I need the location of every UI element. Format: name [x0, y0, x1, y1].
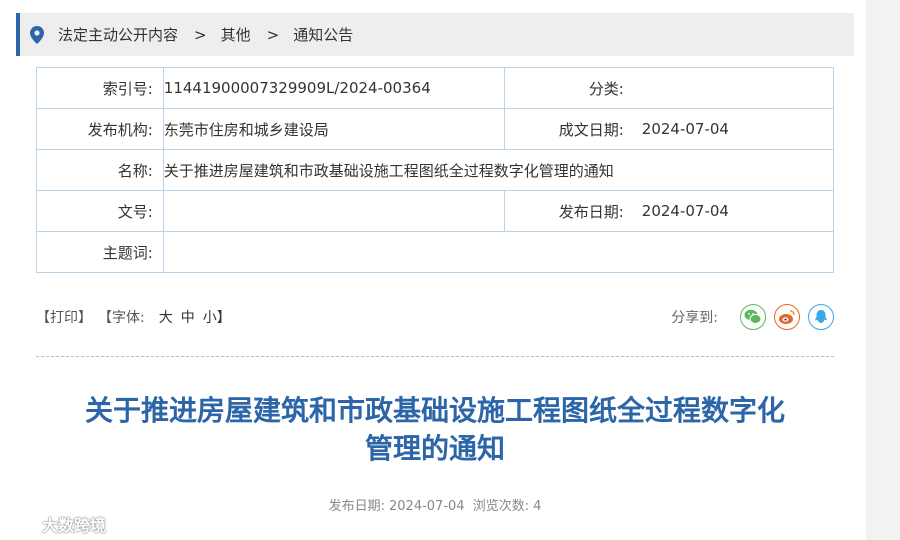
index-label: 索引号:	[36, 67, 164, 109]
published-date-value: 2024-07-04	[633, 190, 834, 232]
share-weibo-button[interactable]	[774, 304, 800, 330]
watermark-text: 大数跨境	[42, 516, 107, 535]
font-large-button[interactable]: 大	[159, 307, 173, 327]
published-date-label: 发布日期:	[503, 190, 634, 232]
category-label: 分类:	[503, 67, 634, 109]
index-value: 11441900007329909L/2024-00364	[162, 67, 505, 109]
article-publish-info: 发布日期: 2024-07-04 浏览次数: 4	[36, 495, 834, 514]
table-row: 索引号: 11441900007329909L/2024-00364 分类:	[36, 67, 834, 109]
breadcrumb-item-other[interactable]: 其他	[221, 24, 251, 45]
created-date-label: 成文日期:	[503, 108, 634, 150]
breadcrumb-item-public-content[interactable]: 法定主动公开内容	[58, 24, 178, 45]
article-toolbar: 【打印】 【字体: 大 中 小】 分享到:	[36, 300, 834, 334]
breadcrumb-separator: >	[266, 25, 280, 44]
table-row: 文号: 发布日期: 2024-07-04	[36, 190, 834, 232]
views-value: 4	[533, 499, 542, 514]
keywords-value	[162, 231, 835, 273]
wechat-icon	[744, 309, 762, 324]
section-divider	[36, 356, 834, 357]
table-row: 名称: 关于推进房屋建筑和市政基础设施工程图纸全过程数字化管理的通知	[36, 149, 835, 191]
article-title-line-1: 关于推进房屋建筑和市政基础设施工程图纸全过程数字化	[84, 394, 785, 427]
org-label: 发布机构:	[36, 108, 164, 150]
publish-date-value: 2024-07-04	[389, 499, 465, 514]
article-title: 关于推进房屋建筑和市政基础设施工程图纸全过程数字化 管理的通知	[36, 392, 834, 468]
right-scroll-area	[866, 0, 900, 540]
org-value: 东莞市住房和城乡建设局	[162, 108, 505, 150]
share-wechat-button[interactable]	[740, 304, 766, 330]
publish-date-label: 发布日期:	[328, 499, 385, 514]
breadcrumb: 法定主动公开内容 > 其他 > 通知公告	[16, 13, 854, 56]
font-size-label: 【字体:	[98, 310, 145, 326]
table-row: 发布机构: 东莞市住房和城乡建设局 成文日期: 2024-07-04	[36, 108, 834, 150]
qq-icon	[815, 310, 827, 323]
font-small-button[interactable]: 小】	[203, 307, 231, 327]
watermark-logo-icon	[9, 515, 37, 533]
created-date-value: 2024-07-04	[633, 108, 834, 150]
breadcrumb-separator: >	[194, 25, 207, 44]
share-qq-button[interactable]	[808, 304, 834, 330]
weibo-icon	[779, 310, 795, 324]
watermark: 大数跨境	[8, 512, 106, 536]
docno-label: 文号:	[36, 190, 164, 232]
keywords-label: 主题词:	[36, 231, 164, 273]
print-button[interactable]: 【打印】	[36, 307, 92, 327]
article-title-line-2: 管理的通知	[364, 432, 505, 465]
document-metadata-table: 索引号: 11441900007329909L/2024-00364 分类: 发…	[36, 67, 835, 273]
table-row: 主题词:	[36, 231, 835, 273]
name-value: 关于推进房屋建筑和市政基础设施工程图纸全过程数字化管理的通知	[162, 149, 835, 191]
docno-value	[162, 190, 505, 232]
views-label: 浏览次数:	[472, 499, 530, 514]
category-value	[633, 67, 834, 109]
name-label: 名称:	[36, 149, 164, 191]
breadcrumb-item-notices[interactable]: 通知公告	[293, 24, 353, 45]
font-medium-button[interactable]: 中	[181, 307, 195, 327]
location-pin-icon	[30, 25, 46, 44]
share-label: 分享到:	[671, 310, 718, 326]
